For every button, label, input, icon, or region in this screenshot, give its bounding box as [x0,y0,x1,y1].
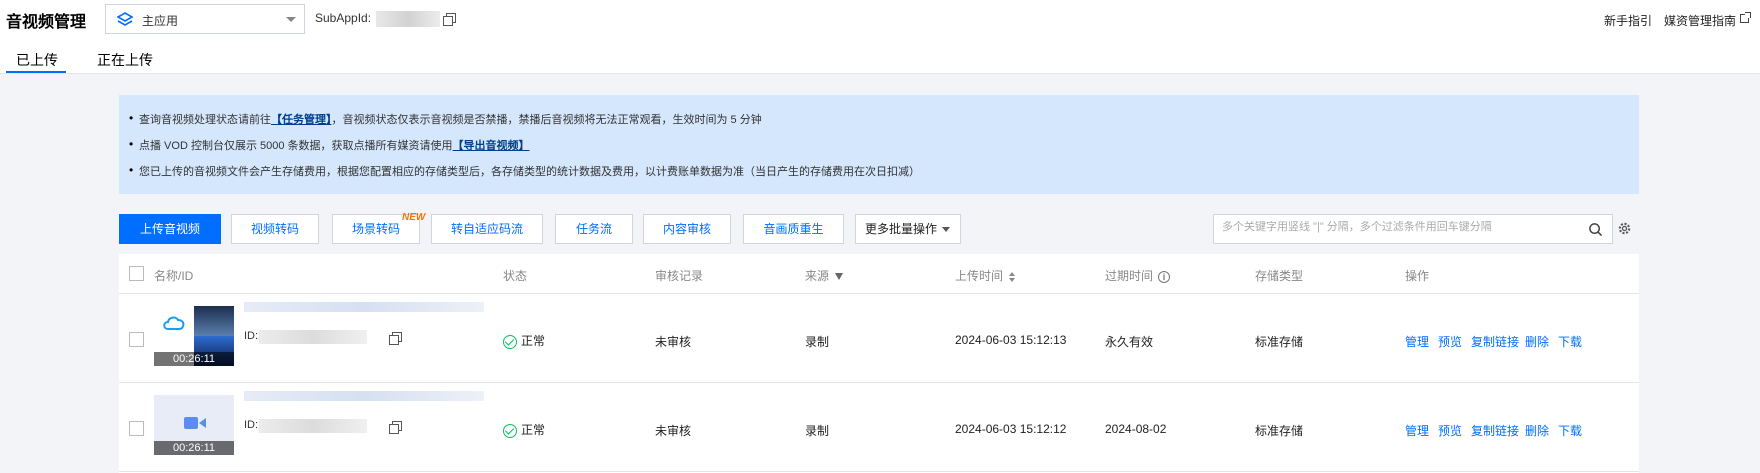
table-row: 00:26:11 ID:1 正常 未审核 录制 2024-06-03 15:12… [119,294,1639,383]
source-cell: 录制 [805,424,830,438]
notice-text: ，音视频状态仅表示音视频是否禁播，禁播后音视频将无法正常观看，生效时间为 5 分… [331,114,762,126]
app-layers-icon [117,12,133,26]
table-row: 00:26:11 ID:1 正常 未审核 录制 2024-06-03 15:12… [119,383,1639,472]
top-header: 音视频管理 主应用 SubAppId: 新手指引 媒资管理指南 已上传 正在上传 [0,0,1760,74]
caret-down-icon [942,227,950,232]
upload-media-button[interactable]: 上传音视频 [119,214,221,244]
review-cell: 未审核 [655,335,692,349]
table-header: 名称/ID 状态 审核记录 来源 上传时间 过期时间 i 存储类型 操作 [119,254,1639,294]
search-icon[interactable] [1588,222,1603,237]
row-checkbox[interactable] [129,332,144,347]
media-id-redacted [259,419,367,433]
video-camera-icon [184,417,206,429]
status-cell: 正常 [503,332,545,349]
thumbnail-panel [194,306,234,336]
notice-line-2: 点播 VOD 控制台仅展示 5000 条数据，获取点播所有媒资请使用【导出音视频… [129,137,530,153]
download-link[interactable]: 下载 [1558,422,1582,439]
media-name-redacted[interactable] [244,302,484,312]
delete-link[interactable]: 删除 [1525,422,1549,439]
new-badge: NEW [402,212,426,223]
tab-uploading[interactable]: 正在上传 [97,50,153,70]
check-circle-icon [503,334,517,349]
beginner-guide-link[interactable]: 新手指引 [1604,12,1652,29]
notice-banner: 查询音视频处理状态请前往【任务管理】，音视频状态仅表示音视频是否禁播，禁播后音视… [119,95,1639,194]
more-batch-actions-dropdown[interactable]: 更多批量操作 [855,214,961,244]
info-icon[interactable]: i [1158,270,1171,283]
active-tab-indicator [6,71,66,73]
col-review: 审核记录 [655,269,704,283]
page-title: 音视频管理 [6,14,87,31]
col-upload-time[interactable]: 上传时间 [955,267,1016,284]
subappid-label: SubAppId: [315,11,372,25]
filter-icon[interactable] [835,273,844,281]
expire-time-cell: 永久有效 [1105,335,1154,349]
workflow-button[interactable]: 任务流 [555,214,633,244]
sort-icon[interactable] [1009,271,1016,282]
notice-text: 查询音视频处理状态请前往 [139,114,271,126]
row-checkbox[interactable] [129,421,144,436]
expire-time-cell: 2024-08-02 [1105,422,1167,436]
copy-link-link[interactable]: 复制链接 [1471,422,1519,439]
status-text: 正常 [521,334,546,348]
copy-icon[interactable] [443,13,456,26]
video-duration: 00:26:11 [154,441,234,455]
app-select-dropdown[interactable]: 主应用 [105,4,305,34]
col-storage: 存储类型 [1255,269,1304,283]
cloud-logo-icon [163,316,185,330]
upload-time-cell: 2024-06-03 15:12:13 [955,333,1067,347]
col-expire-time: 过期时间 i [1105,267,1171,284]
manage-link[interactable]: 管理 [1405,422,1429,439]
video-thumbnail[interactable]: 00:26:11 [154,306,234,366]
col-source[interactable]: 来源 [805,267,844,284]
chevron-down-icon [286,17,296,22]
status-cell: 正常 [503,421,545,438]
adaptive-stream-button[interactable]: 转自适应码流 [431,214,543,244]
gear-icon[interactable] [1617,221,1632,236]
search-input[interactable] [1222,221,1572,233]
source-cell: 录制 [805,335,830,349]
media-table: 名称/ID 状态 审核记录 来源 上传时间 过期时间 i 存储类型 操作 00:2… [119,254,1639,473]
notice-line-3: 您已上传的音视频文件会产生存储费用，根据您配置相应的存储类型后，各存储类型的统计… [129,163,920,179]
subappid-value-redacted [376,11,440,27]
select-all-checkbox[interactable] [129,266,144,281]
storage-cell: 标准存储 [1255,424,1304,438]
col-upload-time-label: 上传时间 [955,269,1004,283]
preview-link[interactable]: 预览 [1438,422,1462,439]
storage-cell: 标准存储 [1255,335,1304,349]
col-name: 名称/ID [154,269,194,283]
external-link-icon [1740,12,1751,23]
col-source-label: 来源 [805,269,830,283]
upload-time-cell: 2024-06-03 15:12:12 [955,422,1067,436]
video-duration: 00:26:11 [154,352,234,366]
review-cell: 未审核 [655,424,692,438]
preview-link[interactable]: 预览 [1438,333,1462,350]
copy-link-link[interactable]: 复制链接 [1471,333,1519,350]
copy-id-icon[interactable] [389,421,402,434]
export-media-link[interactable]: 【导出音视频】 [453,140,530,152]
check-circle-icon [503,423,517,438]
remaster-button[interactable]: 音画质重生 [743,214,844,244]
app-select-value: 主应用 [142,14,179,28]
content-moderation-button[interactable]: 内容审核 [643,214,731,244]
download-link[interactable]: 下载 [1558,333,1582,350]
notice-line-1: 查询音视频处理状态请前往【任务管理】，音视频状态仅表示音视频是否禁播，禁播后音视… [129,111,762,127]
search-box [1213,214,1613,244]
manage-link[interactable]: 管理 [1405,333,1429,350]
copy-id-icon[interactable] [389,332,402,345]
media-id-redacted [259,330,367,344]
transcode-button[interactable]: 视频转码 [231,214,319,244]
media-guide-link[interactable]: 媒资管理指南 [1664,12,1736,29]
col-actions: 操作 [1405,269,1430,283]
task-management-link[interactable]: 【任务管理】 [271,114,332,126]
col-expire-time-label: 过期时间 [1105,269,1154,283]
media-name-redacted[interactable] [244,391,484,401]
notice-text: 点播 VOD 控制台仅展示 5000 条数据，获取点播所有媒资请使用 [139,140,453,152]
delete-link[interactable]: 删除 [1525,333,1549,350]
video-thumbnail[interactable]: 00:26:11 [154,395,234,455]
tab-uploaded[interactable]: 已上传 [16,50,58,70]
more-batch-actions-label: 更多批量操作 [865,222,938,236]
status-text: 正常 [521,423,546,437]
col-status: 状态 [503,269,528,283]
